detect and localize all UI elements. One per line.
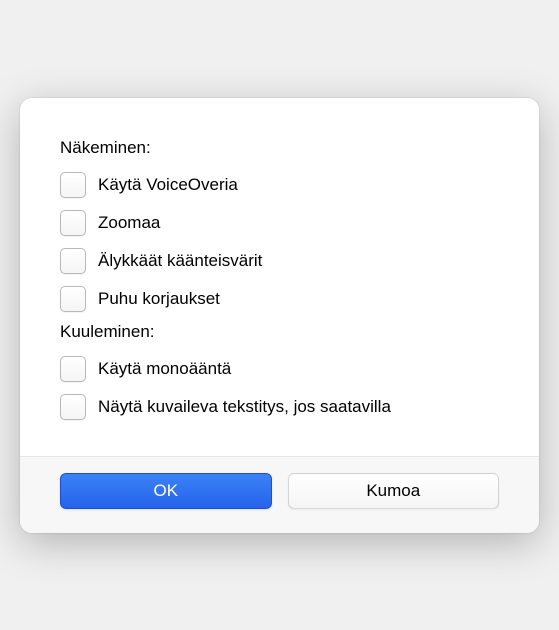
checkbox-row-zoom: Zoomaa [60,204,499,242]
checkbox-row-voiceover: Käytä VoiceOveria [60,166,499,204]
checkbox-label: Zoomaa [98,213,160,233]
checkbox-voiceover[interactable] [60,172,86,198]
vision-section-label: Näkeminen: [60,138,499,158]
checkbox-speak-corrections[interactable] [60,286,86,312]
dialog-content: Näkeminen: Käytä VoiceOveria Zoomaa Älyk… [20,98,539,456]
ok-button[interactable]: OK [60,473,272,509]
button-bar: OK Kumoa [20,456,539,533]
checkbox-label: Käytä monoääntä [98,359,231,379]
checkbox-label: Näytä kuvaileva tekstitys, jos saatavill… [98,397,391,417]
checkbox-row-mono-audio: Käytä monoääntä [60,350,499,388]
checkbox-row-speak-corrections: Puhu korjaukset [60,280,499,318]
cancel-button[interactable]: Kumoa [288,473,500,509]
checkbox-smart-invert[interactable] [60,248,86,274]
checkbox-mono-audio[interactable] [60,356,86,382]
checkbox-descriptive-subtitles[interactable] [60,394,86,420]
checkbox-label: Puhu korjaukset [98,289,220,309]
checkbox-row-smart-invert: Älykkäät käänteisvärit [60,242,499,280]
checkbox-label: Käytä VoiceOveria [98,175,238,195]
checkbox-row-descriptive-subtitles: Näytä kuvaileva tekstitys, jos saatavill… [60,388,499,426]
checkbox-zoom[interactable] [60,210,86,236]
accessibility-dialog: Näkeminen: Käytä VoiceOveria Zoomaa Älyk… [20,98,539,533]
checkbox-label: Älykkäät käänteisvärit [98,251,262,271]
hearing-section-label: Kuuleminen: [60,322,499,342]
